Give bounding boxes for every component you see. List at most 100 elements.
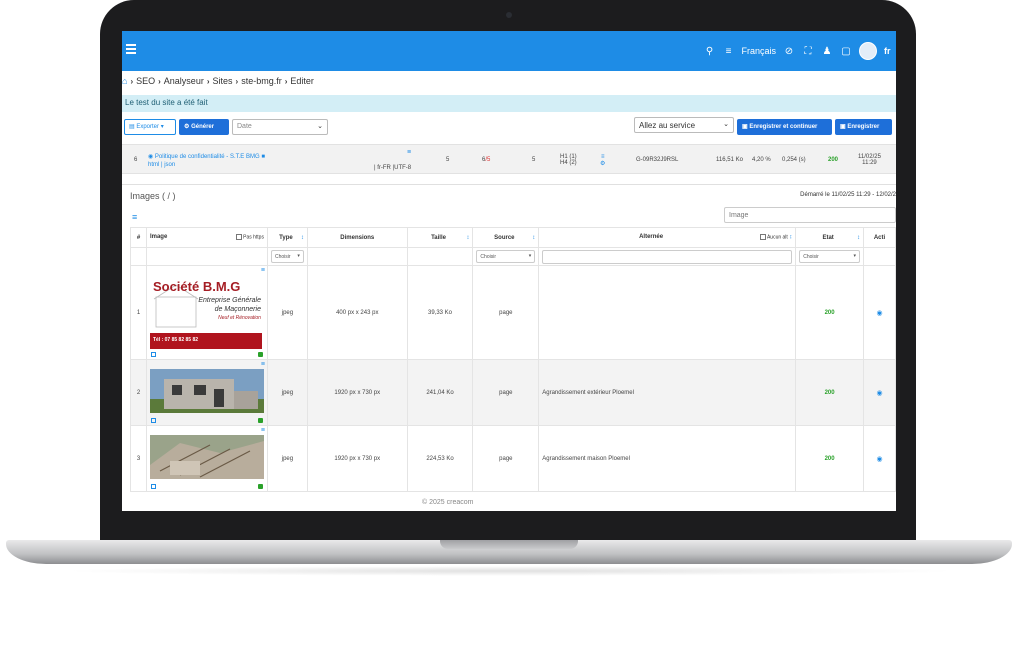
table-row: 2 ≡ jpeg 1920 px x 730 px 241,04 Ko page…: [130, 359, 896, 426]
breadcrumb-site[interactable]: ste-bmg.fr: [241, 76, 282, 86]
breadcrumb-seo[interactable]: SEO: [136, 76, 155, 86]
row-actions-cell: ◉: [863, 265, 896, 360]
eye-icon[interactable]: ◉: [876, 456, 882, 463]
fullscreen-icon[interactable]: ⛶: [802, 45, 814, 57]
list-icon[interactable]: ≡: [407, 149, 411, 156]
row-size: 224,53 Ko: [406, 425, 474, 492]
list-icon[interactable]: ≡: [722, 45, 734, 57]
not-https-filter[interactable]: Pas https: [236, 234, 264, 241]
save-button[interactable]: ▣ Enregistrer: [835, 119, 892, 135]
service-select[interactable]: Allez au service ⌄: [634, 117, 734, 133]
filter-row: Choisir ▾ Choisir ▾ Choisir ▾: [130, 247, 896, 266]
col-source-label: Source: [494, 234, 515, 241]
save-continue-button[interactable]: ▣ Enregistrer et continuer: [737, 119, 832, 135]
row-date: 11/02/25 11:29: [858, 145, 881, 175]
sort-icon[interactable]: ↕: [532, 235, 535, 241]
row-num: 3: [130, 425, 147, 492]
row-state: 200: [795, 359, 865, 426]
col-alt-label: Alternée: [639, 234, 664, 241]
row-date-time: 11:29: [862, 160, 877, 166]
hamburger-menu-icon[interactable]: [126, 44, 136, 54]
row-c3: 5: [532, 157, 536, 163]
home-icon[interactable]: ⌂: [122, 76, 127, 86]
ga-id: G-09R32J9RSL: [636, 157, 679, 163]
sort-icon[interactable]: ↕: [857, 235, 860, 241]
type-filter[interactable]: Choisir ▾: [270, 250, 304, 263]
columns-menu-icon[interactable]: ≡: [132, 212, 137, 222]
status-badge: 200: [828, 157, 839, 163]
breadcrumb-sites[interactable]: Sites: [213, 76, 233, 86]
chevron-right-icon: ›: [284, 76, 288, 86]
square-icon[interactable]: [150, 483, 156, 489]
lock-icon: ■: [261, 153, 265, 160]
thumbnail[interactable]: ≡ Société B.M.G Entreprise Générale de M…: [149, 267, 265, 357]
laptop-frame: ⚲ ≡ Français ⊘ ⛶ ♟ ▢ fr ⌂ › SEO › Analys…: [0, 0, 1018, 649]
logo-line4: Neuf et Rénovation: [218, 314, 261, 321]
row-actions: ≡ ⚙: [600, 145, 605, 175]
page-title-link[interactable]: ◉ Politique de confidentialité - S.T.E B…: [148, 153, 265, 160]
alt-filter-input[interactable]: [542, 249, 793, 264]
col-state-label: Etat: [822, 234, 834, 241]
sort-icon[interactable]: ↕: [466, 235, 469, 241]
thumbnail[interactable]: ≡: [149, 361, 265, 423]
state-filter[interactable]: Choisir ▾: [799, 250, 861, 263]
divider: [122, 184, 896, 185]
house-construction-image: [149, 434, 264, 479]
camera: [506, 12, 512, 18]
avatar[interactable]: [859, 42, 877, 60]
date-select[interactable]: Date ⌄: [232, 119, 328, 135]
sort-icon[interactable]: ↕: [301, 235, 304, 241]
checkbox[interactable]: [236, 234, 243, 241]
checkbox[interactable]: [759, 234, 766, 241]
house-exterior-image: [149, 368, 264, 413]
row-index: 6: [134, 157, 138, 163]
users-icon[interactable]: ♟: [821, 45, 833, 57]
table-header-row: # Image Pas https Type ↕ Dimensions Taill…: [130, 227, 896, 248]
list-icon[interactable]: ≡: [261, 267, 265, 274]
scan-date: Démarré le 11/02/25 11:29 - 12/02/2: [800, 192, 896, 198]
row-dimensions: 1920 px x 730 px: [306, 359, 408, 426]
row-alt: Agrandissement extérieur Ploemel: [538, 359, 797, 426]
list-icon[interactable]: ≡: [261, 427, 265, 434]
lang-charset: | fr-FR |UTF-8: [374, 165, 412, 171]
no-alt-label: Aucun alt: [766, 234, 788, 241]
gear-icon[interactable]: ⚙: [600, 160, 605, 167]
generate-button[interactable]: ⚙ Générer: [179, 119, 229, 135]
page-row: 6 ◉ Politique de confidentialité - S.T.E…: [122, 144, 896, 174]
col-image-label: Image: [149, 234, 168, 241]
eye-slash-icon[interactable]: ⊘: [783, 45, 795, 57]
col-source[interactable]: Source ↕: [472, 227, 540, 248]
square-icon[interactable]: [150, 351, 156, 357]
col-image: Image Pas https: [145, 227, 268, 248]
row-alt: [538, 265, 797, 360]
export-button[interactable]: ▤ Exporter ▾: [124, 119, 176, 135]
success-alert: Le test du site a été fait: [122, 95, 896, 112]
user-name[interactable]: fr: [884, 46, 896, 56]
logo-title: Société B.M.G: [152, 278, 241, 294]
save-icon: ▣: [840, 124, 846, 130]
layout-icon[interactable]: ▢: [840, 45, 852, 57]
sort-icon[interactable]: ↕: [789, 235, 792, 241]
square-icon[interactable]: [150, 417, 156, 423]
no-alt-filter[interactable]: Aucun alt ↕: [759, 234, 792, 241]
format-links[interactable]: html | json: [148, 162, 175, 168]
col-size[interactable]: Taille ↕: [406, 227, 474, 248]
row-actions-cell: ◉: [863, 359, 896, 426]
image-search-input[interactable]: [724, 207, 896, 223]
thumbnail[interactable]: ≡: [149, 427, 265, 489]
source-filter[interactable]: Choisir ▾: [476, 250, 536, 263]
breadcrumb-analyseur[interactable]: Analyseur: [164, 76, 204, 86]
breadcrumb-current: Editer: [290, 76, 314, 86]
row-source: page: [472, 425, 540, 492]
col-type[interactable]: Type ↕: [266, 227, 308, 248]
eye-icon[interactable]: ◉: [876, 310, 882, 317]
eye-icon[interactable]: ◉: [148, 154, 153, 160]
col-state[interactable]: Etat ↕: [795, 227, 865, 248]
eye-icon[interactable]: ◉: [876, 390, 882, 397]
toolbar: ▤ Exporter ▾ ⚙ Générer Date ⌄ Allez au s…: [122, 117, 896, 139]
row-actions-cell: ◉: [863, 425, 896, 492]
search-icon[interactable]: ⚲: [703, 45, 715, 57]
lock-icon: [257, 483, 263, 489]
language-selector[interactable]: Français: [741, 46, 776, 56]
list-icon[interactable]: ≡: [261, 361, 265, 368]
